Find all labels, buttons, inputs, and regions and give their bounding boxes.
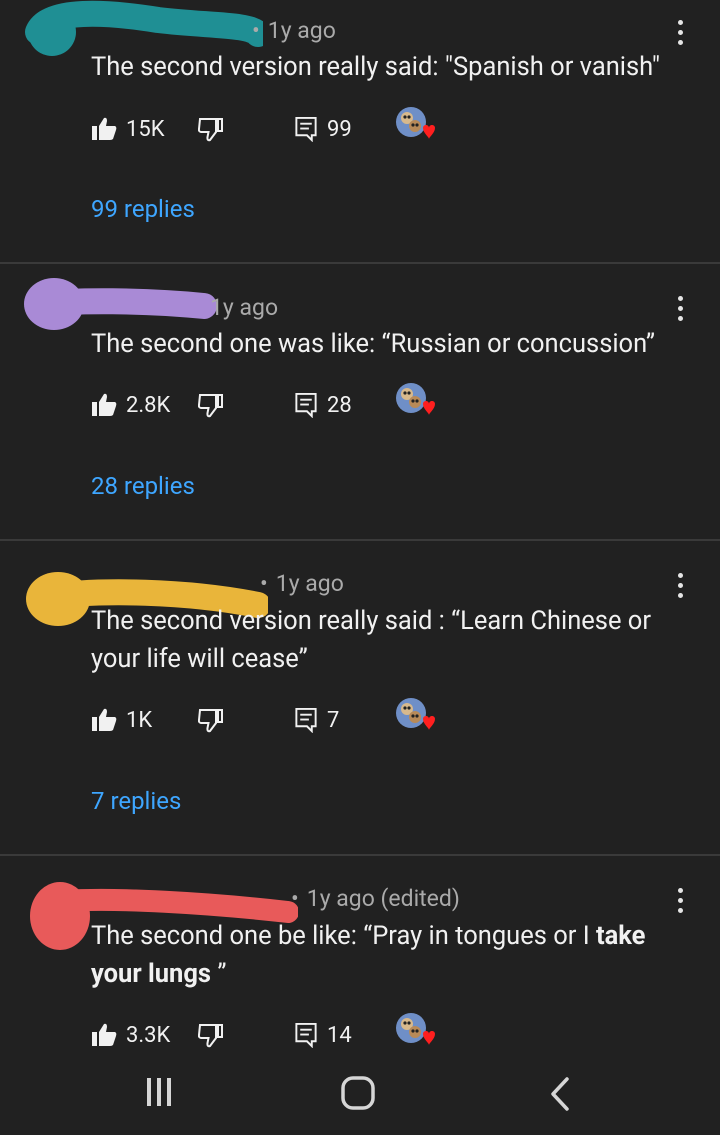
like-button[interactable]: 15K xyxy=(91,111,165,147)
thumbs-up-icon xyxy=(92,708,117,731)
reply-count: 99 xyxy=(327,116,352,142)
like-button[interactable]: 1K xyxy=(91,702,152,738)
comment-text: The second version really said : “Learn … xyxy=(91,602,681,678)
like-button[interactable]: 2.8K xyxy=(91,387,170,423)
comment-text-line: The second one be like: “Pray in tongues… xyxy=(91,917,681,955)
comment-actions: 2.8K 28 xyxy=(91,383,491,423)
creator-heart-icon xyxy=(394,1009,438,1049)
view-replies-link[interactable]: 7 replies xyxy=(91,787,181,815)
thumbs-down-icon xyxy=(198,394,223,418)
comment-time: • 1y ago (edited) xyxy=(291,885,460,912)
comment-text-line: The second version really said : “Learn … xyxy=(91,606,651,636)
comment-text: The second one be like: “Pray in tongues… xyxy=(91,917,681,993)
creator-heart-icon xyxy=(394,379,438,419)
reply-button[interactable]: 14 xyxy=(294,1017,352,1053)
like-count: 1K xyxy=(126,707,153,733)
comment-icon xyxy=(295,116,317,142)
back-icon[interactable] xyxy=(547,1075,573,1113)
like-count: 15K xyxy=(126,116,165,142)
comment-actions: 1K 7 xyxy=(91,698,491,738)
creator-heart-icon xyxy=(394,694,438,734)
comment-text-bold: your lungs xyxy=(91,959,211,989)
comment-icon xyxy=(295,1022,317,1048)
comment-text: The second one was like: “Russian or con… xyxy=(91,329,656,359)
comment-icon xyxy=(295,392,317,418)
recent-apps-icon[interactable] xyxy=(145,1076,175,1110)
comment-actions: 15K 99 xyxy=(91,107,491,147)
comment-actions: 3.3K 14 xyxy=(91,1013,491,1053)
reply-count: 7 xyxy=(327,707,340,733)
view-replies-link[interactable]: 28 replies xyxy=(91,472,195,500)
reply-button[interactable]: 99 xyxy=(294,111,352,147)
comment-time: 1y ago xyxy=(210,294,279,321)
comment-3: • 1y ago The second version really said :… xyxy=(0,541,720,854)
comment-text-fragment: ” xyxy=(211,959,227,989)
like-button[interactable]: 3.3K xyxy=(91,1017,170,1053)
comment-text-line: your lungs ” xyxy=(91,955,681,993)
dislike-button[interactable] xyxy=(198,111,224,147)
creator-heart-icon xyxy=(394,103,438,143)
more-vert-icon[interactable] xyxy=(678,573,684,598)
comment-4: • 1y ago (edited) The second one be like:… xyxy=(0,856,720,1058)
comment-2: 1y ago The second one was like: “Russian… xyxy=(0,264,720,539)
view-replies-link[interactable]: 99 replies xyxy=(91,195,195,223)
dislike-button[interactable] xyxy=(198,702,224,738)
comment-text-line: your life will cease” xyxy=(91,644,308,674)
thumbs-down-icon xyxy=(198,1024,223,1048)
comment-text: The second version really said: "Spanish… xyxy=(91,52,661,82)
reply-button[interactable]: 7 xyxy=(294,702,339,738)
dislike-button[interactable] xyxy=(198,387,224,423)
like-count: 3.3K xyxy=(126,1022,171,1048)
like-count: 2.8K xyxy=(126,392,171,418)
comment-text-fragment: The second one be like: “Pray in tongues… xyxy=(91,921,597,951)
comment-time: • 1y ago xyxy=(260,570,344,597)
reply-button[interactable]: 28 xyxy=(294,387,352,423)
more-vert-icon[interactable] xyxy=(678,888,684,913)
comment-text-bold: take xyxy=(596,921,646,951)
dislike-button[interactable] xyxy=(198,1017,224,1053)
thumbs-up-icon xyxy=(92,1023,117,1046)
more-vert-icon[interactable] xyxy=(678,296,684,321)
thumbs-up-icon xyxy=(92,393,117,416)
thumbs-down-icon xyxy=(198,118,223,142)
reply-count: 14 xyxy=(327,1022,352,1048)
system-navigation-bar xyxy=(0,1058,720,1135)
thumbs-down-icon xyxy=(198,709,223,733)
home-icon[interactable] xyxy=(340,1075,378,1113)
more-vert-icon[interactable] xyxy=(678,20,684,45)
comment-icon xyxy=(295,707,317,733)
comment-1: • 1y ago The second version really said: … xyxy=(0,0,720,262)
comment-time: • 1y ago xyxy=(252,17,336,44)
reply-count: 28 xyxy=(327,392,352,418)
thumbs-up-icon xyxy=(92,117,117,140)
